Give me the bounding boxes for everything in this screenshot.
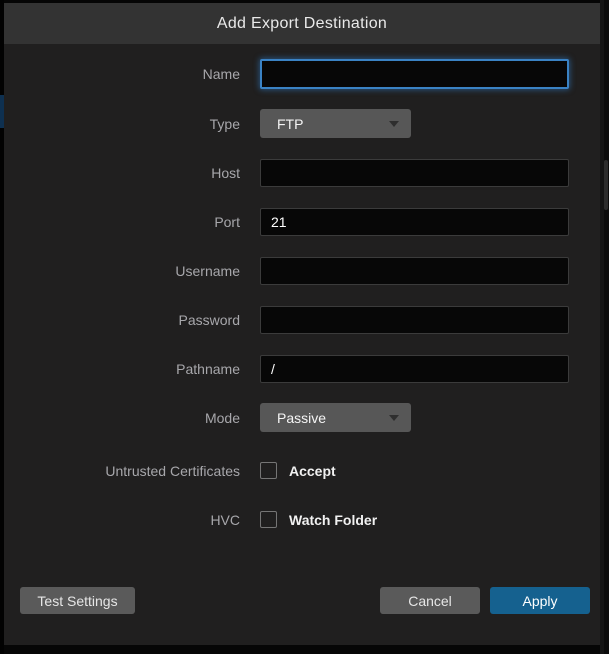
mode-select[interactable]: Passive [260, 403, 411, 432]
form-row-type: Type FTP [4, 109, 600, 138]
test-settings-button[interactable]: Test Settings [20, 587, 135, 614]
port-input[interactable] [260, 208, 569, 236]
form-row-pathname: Pathname [4, 354, 600, 383]
watch-folder-checkbox-label: Watch Folder [289, 512, 377, 528]
dialog-title: Add Export Destination [217, 15, 387, 33]
underlying-app-bottom-edge [4, 645, 600, 654]
type-label: Type [4, 116, 260, 132]
name-label: Name [4, 66, 260, 82]
hvc-label: HVC [4, 512, 260, 528]
host-input[interactable] [260, 159, 569, 187]
mode-select-value: Passive [277, 410, 326, 426]
name-input[interactable] [260, 59, 569, 89]
chevron-down-icon [389, 415, 399, 421]
form-row-name: Name [4, 59, 600, 88]
untrusted-certificates-label: Untrusted Certificates [4, 463, 260, 479]
form-row-mode: Mode Passive [4, 403, 600, 432]
type-select-value: FTP [277, 116, 303, 132]
accept-checkbox[interactable] [260, 462, 277, 479]
username-label: Username [4, 263, 260, 279]
form-row-untrusted-certificates: Untrusted Certificates Accept [4, 456, 600, 485]
scrollbar-track[interactable] [604, 0, 609, 654]
chevron-down-icon [389, 121, 399, 127]
form-row-hvc: HVC Watch Folder [4, 505, 600, 534]
mode-label: Mode [4, 410, 260, 426]
apply-button[interactable]: Apply [490, 587, 590, 614]
port-label: Port [4, 214, 260, 230]
cancel-button[interactable]: Cancel [380, 587, 480, 614]
password-input[interactable] [260, 306, 569, 334]
add-export-destination-dialog: Add Export Destination Name Type FTP Hos… [4, 3, 600, 645]
accept-checkbox-label: Accept [289, 463, 336, 479]
username-input[interactable] [260, 257, 569, 285]
pathname-input[interactable] [260, 355, 569, 383]
form-row-host: Host [4, 158, 600, 187]
form-row-password: Password [4, 305, 600, 334]
scrollbar-thumb[interactable] [604, 160, 608, 210]
form-row-port: Port [4, 207, 600, 236]
host-label: Host [4, 165, 260, 181]
dialog-titlebar: Add Export Destination [4, 3, 600, 44]
pathname-label: Pathname [4, 361, 260, 377]
type-select[interactable]: FTP [260, 109, 411, 138]
password-label: Password [4, 312, 260, 328]
watch-folder-checkbox[interactable] [260, 511, 277, 528]
form-row-username: Username [4, 256, 600, 285]
